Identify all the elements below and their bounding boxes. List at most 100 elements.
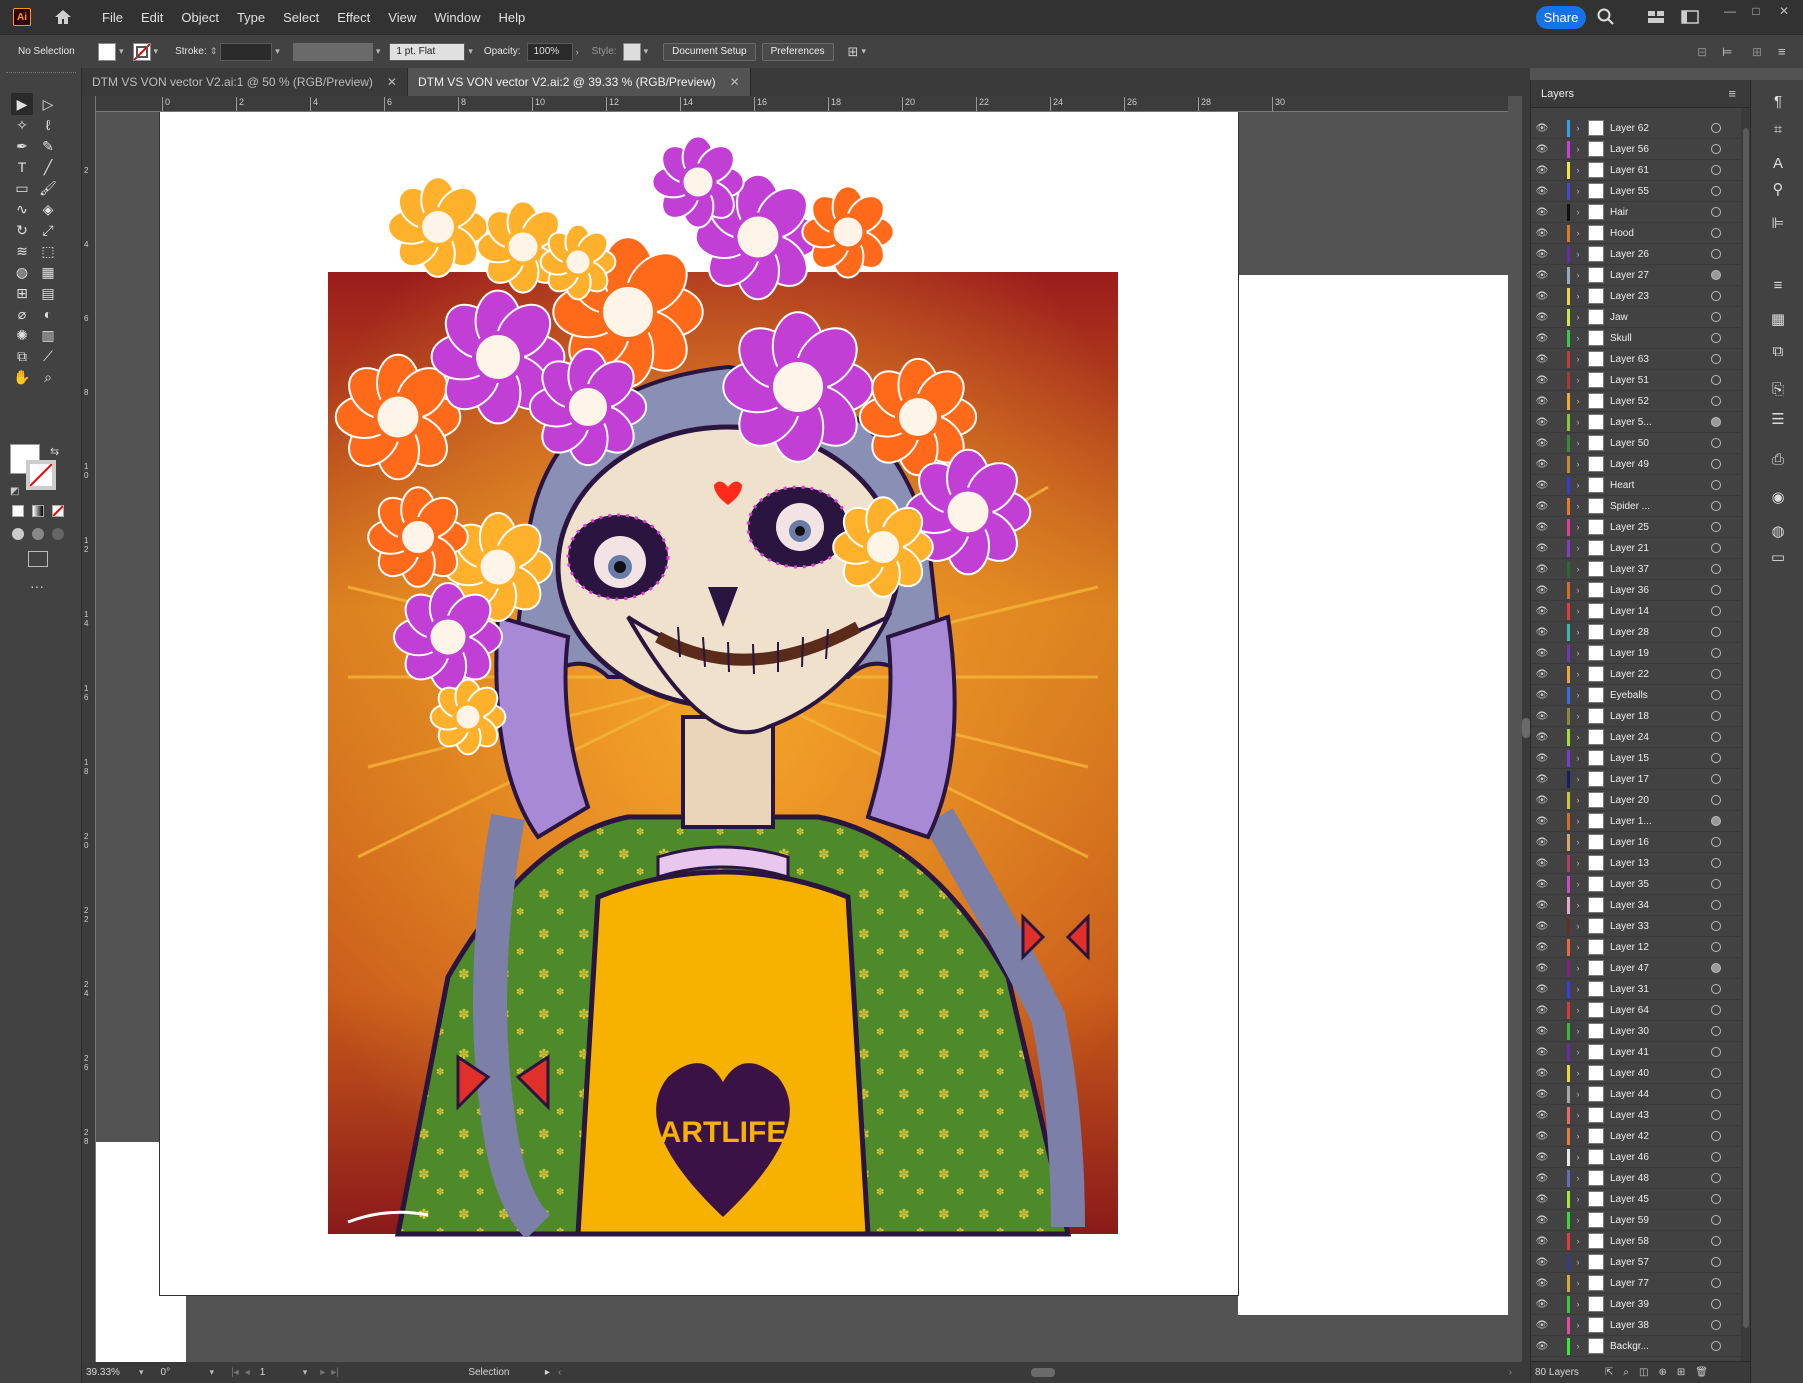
visibility-eye-icon[interactable]: 👁 <box>1531 627 1553 638</box>
layer-target-icon[interactable] <box>1711 123 1721 133</box>
visibility-eye-icon[interactable]: 👁 <box>1531 669 1553 680</box>
layer-name[interactable]: Layer 23 <box>1610 291 1678 302</box>
layer-row[interactable]: 👁 › Layer 25 <box>1531 517 1741 538</box>
layer-target-icon[interactable] <box>1711 270 1721 280</box>
layer-row[interactable]: 👁 › Layer 21 <box>1531 538 1741 559</box>
layer-row[interactable]: 👁 › Backgr... <box>1531 1336 1741 1357</box>
layer-target-icon[interactable] <box>1711 291 1721 301</box>
layer-name[interactable]: Layer 38 <box>1610 1320 1678 1331</box>
menu-view[interactable]: View <box>379 10 425 25</box>
layer-row[interactable]: 👁 › Layer 15 <box>1531 748 1741 769</box>
layer-row[interactable]: 👁 › Spider ... <box>1531 496 1741 517</box>
layer-target-icon[interactable] <box>1711 858 1721 868</box>
visibility-eye-icon[interactable]: 👁 <box>1531 837 1553 848</box>
layer-target-icon[interactable] <box>1711 984 1721 994</box>
expand-chevron-icon[interactable]: › <box>1570 795 1586 805</box>
vertical-scrollbar[interactable] <box>1522 68 1530 1383</box>
visibility-eye-icon[interactable]: 👁 <box>1531 858 1553 869</box>
layer-name[interactable]: Jaw <box>1610 312 1678 323</box>
expand-chevron-icon[interactable]: › <box>1570 1299 1586 1309</box>
layer-name[interactable]: Layer 45 <box>1610 1194 1678 1205</box>
workspace-icon[interactable] <box>1681 8 1699 26</box>
layer-name[interactable]: Layer 19 <box>1610 648 1678 659</box>
stroke-weight-field[interactable] <box>220 42 273 61</box>
expand-chevron-icon[interactable]: › <box>1570 900 1586 910</box>
style-dropdown-icon[interactable]: ▾ <box>644 46 649 57</box>
layer-name[interactable]: Layer 17 <box>1610 774 1678 785</box>
canvas[interactable]: ✽ ✽ <box>96 112 1508 1362</box>
layer-name[interactable]: Layer 49 <box>1610 459 1678 470</box>
first-artboard-icon[interactable]: |◂ <box>231 1367 239 1378</box>
layer-name[interactable]: Layer 34 <box>1610 900 1678 911</box>
rotation-dropdown-icon[interactable]: ▾ <box>210 1367 215 1378</box>
hand-tool-icon[interactable]: ✋ <box>11 366 33 388</box>
visibility-eye-icon[interactable]: 👁 <box>1531 144 1553 155</box>
expand-chevron-icon[interactable]: › <box>1570 1278 1586 1288</box>
expand-chevron-icon[interactable]: › <box>1570 921 1586 931</box>
layer-name[interactable]: Layer 44 <box>1610 1089 1678 1100</box>
layer-row[interactable]: 👁 › Layer 61 <box>1531 160 1741 181</box>
stroke-color-box[interactable] <box>26 460 56 490</box>
expand-chevron-icon[interactable]: › <box>1570 732 1586 742</box>
artboard-field[interactable]: 1 <box>260 1367 300 1378</box>
layer-target-icon[interactable] <box>1711 1005 1721 1015</box>
links-icon[interactable]: ⎘ <box>1767 378 1789 400</box>
opacity-arrow-icon[interactable]: › <box>576 47 579 57</box>
last-artboard-icon[interactable]: ▸| <box>331 1367 339 1378</box>
layer-row[interactable]: 👁 › Layer 44 <box>1531 1084 1741 1105</box>
layer-target-icon[interactable] <box>1711 753 1721 763</box>
visibility-eye-icon[interactable]: 👁 <box>1531 1257 1553 1268</box>
layer-row[interactable]: 👁 › Layer 17 <box>1531 769 1741 790</box>
layer-target-icon[interactable] <box>1711 1299 1721 1309</box>
layer-name[interactable]: Layer 77 <box>1610 1278 1678 1289</box>
layer-row[interactable]: 👁 › Layer 22 <box>1531 664 1741 685</box>
layer-name[interactable]: Layer 25 <box>1610 522 1678 533</box>
layer-target-icon[interactable] <box>1711 648 1721 658</box>
layer-row[interactable]: 👁 › Layer 77 <box>1531 1273 1741 1294</box>
layer-row[interactable]: 👁 › Layer 12 <box>1531 937 1741 958</box>
visibility-eye-icon[interactable]: 👁 <box>1531 123 1553 134</box>
layer-name[interactable]: Layer 52 <box>1610 396 1678 407</box>
visibility-eye-icon[interactable]: 👁 <box>1531 648 1553 659</box>
layer-name[interactable]: Layer 43 <box>1610 1110 1678 1121</box>
selection-tool-icon[interactable]: ▶ <box>11 93 33 115</box>
expand-chevron-icon[interactable]: › <box>1570 1047 1586 1057</box>
close-tab-icon[interactable]: ✕ <box>730 75 740 89</box>
menu-select[interactable]: Select <box>274 10 328 25</box>
color-mode-icon[interactable] <box>12 505 24 517</box>
layer-name[interactable]: Layer 27 <box>1610 270 1678 281</box>
shape-builder-tool-icon[interactable]: ◍ <box>11 261 33 283</box>
expand-chevron-icon[interactable]: › <box>1570 1131 1586 1141</box>
layer-name[interactable]: Layer 57 <box>1610 1257 1678 1268</box>
layer-row[interactable]: 👁 › Layer 63 <box>1531 349 1741 370</box>
layer-name[interactable]: Layer 64 <box>1610 1005 1678 1016</box>
layer-name[interactable]: Layer 37 <box>1610 564 1678 575</box>
minimize-button[interactable]: — <box>1720 4 1740 18</box>
stroke-dropdown-icon[interactable]: ▾ <box>154 46 159 57</box>
visibility-eye-icon[interactable]: 👁 <box>1531 1026 1553 1037</box>
layer-target-icon[interactable] <box>1711 501 1721 511</box>
gradient-tool-icon[interactable]: ▤ <box>37 282 59 304</box>
layer-row[interactable]: 👁 › Layer 39 <box>1531 1294 1741 1315</box>
rotate-tool-icon[interactable]: ↻ <box>11 219 33 241</box>
asset-export-icon[interactable]: ⎙ <box>1767 448 1789 470</box>
layer-name[interactable]: Layer 36 <box>1610 585 1678 596</box>
visibility-eye-icon[interactable]: 👁 <box>1531 249 1553 260</box>
expand-chevron-icon[interactable]: › <box>1570 480 1586 490</box>
layer-row[interactable]: 👁 › Layer 40 <box>1531 1063 1741 1084</box>
stroke-swatch[interactable] <box>132 42 151 61</box>
symbol-sprayer-tool-icon[interactable]: ✺ <box>11 324 33 346</box>
gradient-mode-icon[interactable] <box>32 505 44 517</box>
artwork[interactable]: ✽ ✽ <box>328 117 1118 1237</box>
layer-name[interactable]: Skull <box>1610 333 1678 344</box>
layer-target-icon[interactable] <box>1711 396 1721 406</box>
layer-target-icon[interactable] <box>1711 1215 1721 1225</box>
layer-name[interactable]: Layer 42 <box>1610 1131 1678 1142</box>
layer-name[interactable]: Layer 59 <box>1610 1215 1678 1226</box>
layer-target-icon[interactable] <box>1711 1341 1721 1351</box>
visibility-eye-icon[interactable]: 👁 <box>1531 1215 1553 1226</box>
layer-name[interactable]: Layer 21 <box>1610 543 1678 554</box>
draw-normal-icon[interactable] <box>12 528 24 540</box>
visibility-eye-icon[interactable]: 👁 <box>1531 564 1553 575</box>
layer-row[interactable]: 👁 › Layer 47 <box>1531 958 1741 979</box>
